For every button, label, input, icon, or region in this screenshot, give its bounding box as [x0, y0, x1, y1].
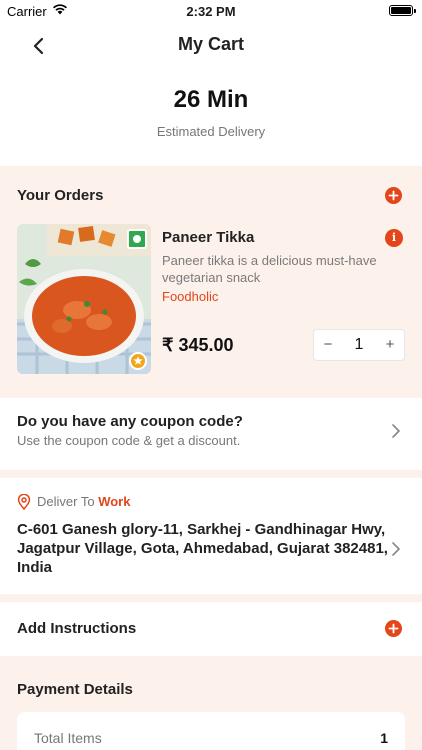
chevron-right-icon — [392, 542, 400, 556]
navigation-bar: My Cart — [0, 24, 422, 68]
eta-label: Estimated Delivery — [156, 124, 266, 139]
total-items-value: 1 — [380, 730, 388, 746]
delivery-place: Work — [98, 494, 131, 509]
section-divider — [0, 390, 422, 398]
add-instructions-button[interactable] — [385, 620, 402, 637]
total-items-label: Total Items — [34, 730, 102, 746]
payment-title: Payment Details — [17, 681, 133, 698]
eta-value: 26 Min — [173, 86, 249, 113]
coupon-title: Do you have any coupon code? — [17, 413, 243, 430]
plus-icon — [388, 190, 399, 201]
location-pin-icon — [17, 494, 31, 510]
deliver-to-text: Deliver To — [37, 494, 95, 509]
veg-icon — [127, 229, 147, 249]
payment-details-section: Payment Details Total Items 1 — [0, 664, 422, 750]
status-bar: Carrier 2:32 PM — [0, 0, 422, 24]
item-name: Paneer Tikka — [162, 229, 255, 246]
battery-icon — [389, 5, 416, 16]
page-title: My Cart — [177, 34, 244, 54]
section-divider — [0, 470, 422, 478]
section-divider — [0, 594, 422, 602]
quantity-value: 1 — [354, 336, 364, 353]
estimated-delivery: 26 Min Estimated Delivery — [0, 86, 422, 139]
deliver-to-label: Deliver To Work — [37, 494, 130, 509]
info-icon[interactable]: i — [385, 229, 403, 247]
delivery-address-section[interactable]: Deliver To Work C-601 Ganesh glory-11, S… — [0, 478, 422, 594]
delivery-address: C-601 Ganesh glory-11, Sarkhej - Gandhin… — [17, 521, 388, 576]
star-icon — [129, 352, 147, 370]
item-restaurant[interactable]: Foodholic — [162, 289, 218, 304]
item-description: Paneer tikka is a delicious must-have ve… — [162, 253, 377, 285]
quantity-stepper: − 1 + — [313, 329, 405, 361]
add-instructions-row[interactable]: Add Instructions — [0, 602, 422, 656]
orders-title: Your Orders — [17, 187, 104, 204]
coupon-subtitle: Use the coupon code & get a discount. — [17, 433, 241, 448]
chevron-right-icon — [392, 424, 400, 438]
coupon-row[interactable]: Do you have any coupon code? Use the cou… — [0, 398, 422, 470]
plus-icon — [388, 623, 399, 634]
section-divider — [0, 656, 422, 664]
item-price: ₹ 345.00 — [162, 335, 234, 355]
decrease-quantity-button[interactable]: − — [314, 330, 342, 360]
add-order-button[interactable] — [385, 187, 402, 204]
increase-quantity-button[interactable]: + — [376, 330, 404, 360]
status-time: 2:32 PM — [186, 4, 236, 19]
payment-card: Total Items 1 — [17, 712, 405, 750]
instructions-title: Add Instructions — [17, 620, 137, 637]
